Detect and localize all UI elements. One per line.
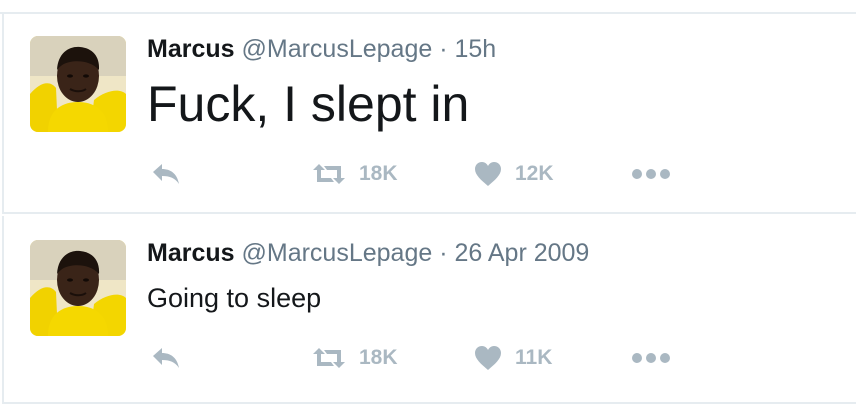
author-handle[interactable]: @MarcusLepage xyxy=(242,239,433,267)
reply-icon xyxy=(153,164,179,184)
header-separator: · xyxy=(439,35,448,63)
tweet-timestamp[interactable]: 26 Apr 2009 xyxy=(455,239,590,267)
more-button[interactable] xyxy=(631,158,671,190)
tweet-feed: Marcus @MarcusLepage · 15h Fuck, I slept… xyxy=(0,0,856,404)
tweet-header: Marcus @MarcusLepage · 15h xyxy=(147,34,496,64)
more-dots-icon xyxy=(632,169,670,179)
reply-button[interactable] xyxy=(149,158,183,190)
retweet-button[interactable]: 18K xyxy=(311,342,398,374)
tweet-text: Fuck, I slept in xyxy=(147,76,470,132)
retweet-button[interactable]: 18K xyxy=(311,158,398,190)
retweet-icon xyxy=(313,164,345,184)
tweet-header: Marcus @MarcusLepage · 26 Apr 2009 xyxy=(147,238,589,268)
reply-button[interactable] xyxy=(149,342,183,374)
reply-icon xyxy=(153,348,179,368)
avatar-image xyxy=(30,240,126,336)
retweet-count: 18K xyxy=(359,162,398,185)
like-count: 11K xyxy=(515,346,553,369)
like-button[interactable]: 11K xyxy=(473,342,552,374)
tweet-timestamp[interactable]: 15h xyxy=(455,35,497,63)
like-button[interactable]: 12K xyxy=(473,158,554,190)
avatar-image xyxy=(30,36,126,132)
author-handle[interactable]: @MarcusLepage xyxy=(242,35,433,63)
retweet-count: 18K xyxy=(359,346,398,369)
tweet[interactable]: Marcus @MarcusLepage · 26 Apr 2009 Going… xyxy=(2,216,856,404)
author-name[interactable]: Marcus xyxy=(147,35,235,63)
author-name[interactable]: Marcus xyxy=(147,239,235,267)
tweet-actions: 18K 12K xyxy=(149,158,856,190)
heart-icon xyxy=(475,346,501,370)
heart-icon xyxy=(475,162,501,186)
tweet-text: Going to sleep xyxy=(147,283,322,313)
tweet[interactable]: Marcus @MarcusLepage · 15h Fuck, I slept… xyxy=(2,14,856,214)
more-button[interactable] xyxy=(631,342,671,374)
header-separator: · xyxy=(439,239,448,267)
tweet-actions: 18K 11K xyxy=(149,342,856,374)
more-dots-icon xyxy=(632,353,670,363)
retweet-icon xyxy=(313,348,345,368)
avatar[interactable] xyxy=(30,36,126,132)
avatar[interactable] xyxy=(30,240,126,336)
like-count: 12K xyxy=(515,162,554,185)
